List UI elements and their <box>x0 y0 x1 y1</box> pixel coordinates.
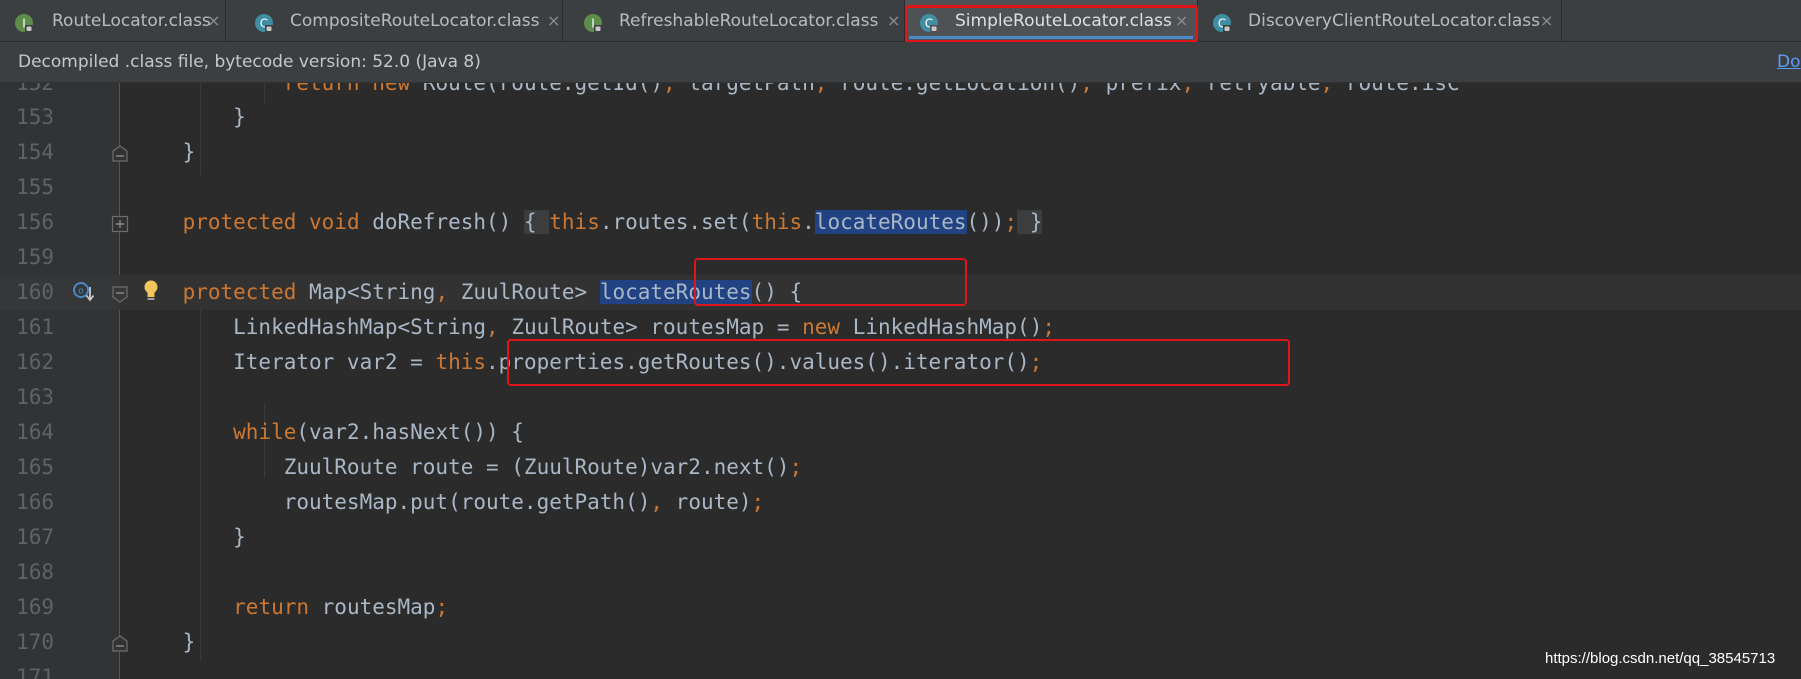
decompiled-notice-bar: Decompiled .class file, bytecode version… <box>0 42 1801 83</box>
close-icon[interactable]: × <box>887 0 900 42</box>
code-text: protected void doRefresh() { this.routes… <box>182 210 1043 234</box>
tab-label: RouteLocator.class <box>52 11 211 31</box>
code-line: 167 } <box>0 520 1801 555</box>
code-line: 155 <box>0 170 1801 205</box>
line-number: 169 <box>16 595 54 619</box>
close-icon[interactable]: × <box>207 0 220 42</box>
code-text: return new Route(route.getId(), targetPa… <box>283 83 1460 95</box>
tab-route-locator[interactable]: I RouteLocator.class × <box>0 0 226 42</box>
line-number: 152 <box>16 83 54 95</box>
code-text: while(var2.hasNext()) { <box>233 420 524 444</box>
fold-end-icon[interactable] <box>111 635 129 653</box>
overrides-method-icon[interactable]: o <box>72 281 94 303</box>
tab-label: DiscoveryClientRouteLocator.class <box>1248 11 1540 31</box>
code-text: } <box>132 105 246 129</box>
code-text: } <box>132 630 196 654</box>
close-icon[interactable]: × <box>1540 0 1553 42</box>
close-icon[interactable]: × <box>547 0 560 42</box>
tab-label: RefreshableRouteLocator.class <box>619 11 879 31</box>
code-text: return routesMap; <box>233 595 449 619</box>
line-number: 166 <box>16 490 54 514</box>
annotation-box-get-routes <box>507 339 1290 386</box>
svg-text:o: o <box>78 287 84 297</box>
line-number: 159 <box>16 245 54 269</box>
line-number: 171 <box>16 665 54 679</box>
tab-discovery-client-route-locator[interactable]: C DiscoveryClientRouteLocator.class × <box>1198 0 1562 42</box>
fold-start-icon[interactable] <box>111 285 129 303</box>
code-text: } <box>132 140 196 164</box>
line-number: 155 <box>16 175 54 199</box>
line-number: 165 <box>16 455 54 479</box>
code-line: 152 return new Route(route.getId(), targ… <box>0 83 1801 101</box>
source-watermark: https://blog.csdn.net/qq_38545713 <box>1545 650 1776 667</box>
line-number: 163 <box>16 385 54 409</box>
code-line: 164 while(var2.hasNext()) { <box>0 415 1801 450</box>
code-line: 156 protected void doRefresh() { this.ro… <box>0 205 1801 240</box>
code-line: 166 routesMap.put(route.getPath(), route… <box>0 485 1801 520</box>
line-number: 156 <box>16 210 54 234</box>
editor-tab-bar: I RouteLocator.class × C CompositeRouteL… <box>0 0 1801 43</box>
fold-end-icon[interactable] <box>111 145 129 163</box>
expand-fold-icon[interactable] <box>111 215 129 233</box>
line-number: 160 <box>16 280 54 304</box>
code-line: 165 ZuulRoute route = (ZuulRoute)var2.ne… <box>0 450 1801 485</box>
code-line: 153 } <box>0 100 1801 135</box>
line-number: 154 <box>16 140 54 164</box>
download-sources-link[interactable]: Do <box>1777 42 1801 83</box>
tab-label: CompositeRouteLocator.class <box>290 11 540 31</box>
line-number: 164 <box>16 420 54 444</box>
interface-icon: I <box>15 14 33 32</box>
code-text: routesMap.put(route.getPath(), route); <box>132 490 765 514</box>
class-icon: C <box>1213 14 1231 32</box>
line-number: 167 <box>16 525 54 549</box>
code-line: 154 } <box>0 135 1801 170</box>
line-number: 162 <box>16 350 54 374</box>
code-line: 170 } <box>0 625 1801 660</box>
line-number: 168 <box>16 560 54 584</box>
code-line: 168 <box>0 555 1801 590</box>
line-number: 161 <box>16 315 54 339</box>
tab-annotation-box <box>905 5 1198 43</box>
class-icon: C <box>255 14 273 32</box>
tab-refreshable-route-locator[interactable]: I RefreshableRouteLocator.class × <box>563 0 905 42</box>
code-line: 171 <box>0 660 1801 679</box>
code-line: 169 return routesMap; <box>0 590 1801 625</box>
line-number: 170 <box>16 630 54 654</box>
line-number: 153 <box>16 105 54 129</box>
interface-icon: I <box>584 14 602 32</box>
code-text: ZuulRoute route = (ZuulRoute)var2.next()… <box>132 455 803 479</box>
code-editor[interactable]: 152 return new Route(route.getId(), targ… <box>0 83 1801 679</box>
annotation-box-locate-routes <box>694 258 967 306</box>
tab-composite-route-locator[interactable]: C CompositeRouteLocator.class × <box>226 0 563 42</box>
decompiled-notice-text: Decompiled .class file, bytecode version… <box>18 52 481 72</box>
code-text: } <box>132 525 246 549</box>
